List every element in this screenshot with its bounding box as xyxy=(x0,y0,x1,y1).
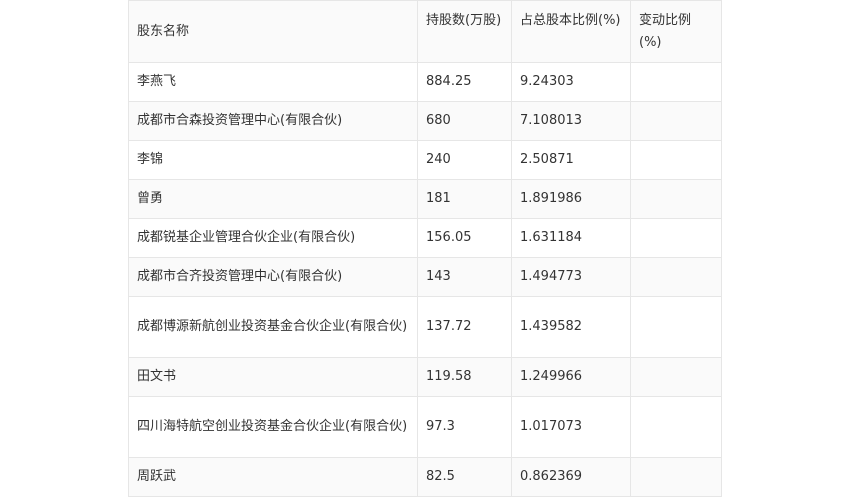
cell-shares: 680 xyxy=(417,101,512,141)
table-row: 李燕飞 884.25 9.24303 xyxy=(128,62,722,102)
cell-shares: 97.3 xyxy=(417,396,512,458)
header-change: 变动比例(%) xyxy=(630,0,722,63)
cell-change xyxy=(630,457,722,497)
cell-change xyxy=(630,257,722,297)
header-ratio: 占总股本比例(%) xyxy=(511,0,631,63)
table-row: 田文书 119.58 1.249966 xyxy=(128,357,722,397)
table-row: 李锦 240 2.50871 xyxy=(128,140,722,180)
cell-ratio: 1.891986 xyxy=(511,179,631,219)
cell-ratio: 1.017073 xyxy=(511,396,631,458)
cell-ratio: 1.631184 xyxy=(511,218,631,258)
table-row: 成都博源新航创业投资基金合伙企业(有限合伙) 137.72 1.439582 xyxy=(128,296,722,358)
cell-name: 四川海特航空创业投资基金合伙企业(有限合伙) xyxy=(128,396,418,458)
cell-change xyxy=(630,218,722,258)
cell-name: 成都博源新航创业投资基金合伙企业(有限合伙) xyxy=(128,296,418,358)
table-header-row: 股东名称 持股数(万股) 占总股本比例(%) 变动比例(%) xyxy=(128,0,722,63)
shareholder-table: 股东名称 持股数(万股) 占总股本比例(%) 变动比例(%) 李燕飞 884.2… xyxy=(128,0,722,497)
cell-change xyxy=(630,101,722,141)
table-row: 成都市合齐投资管理中心(有限合伙) 143 1.494773 xyxy=(128,257,722,297)
shareholder-table-container: 股东名称 持股数(万股) 占总股本比例(%) 变动比例(%) 李燕飞 884.2… xyxy=(128,0,722,497)
cell-name: 成都锐基企业管理合伙企业(有限合伙) xyxy=(128,218,418,258)
table-row: 周跃武 82.5 0.862369 xyxy=(128,457,722,497)
cell-shares: 137.72 xyxy=(417,296,512,358)
cell-ratio: 9.24303 xyxy=(511,62,631,102)
table-row: 成都市合森投资管理中心(有限合伙) 680 7.108013 xyxy=(128,101,722,141)
table-row: 曾勇 181 1.891986 xyxy=(128,179,722,219)
cell-shares: 82.5 xyxy=(417,457,512,497)
cell-name: 曾勇 xyxy=(128,179,418,219)
cell-change xyxy=(630,396,722,458)
table-row: 四川海特航空创业投资基金合伙企业(有限合伙) 97.3 1.017073 xyxy=(128,396,722,458)
cell-ratio: 1.249966 xyxy=(511,357,631,397)
cell-ratio: 2.50871 xyxy=(511,140,631,180)
cell-shares: 156.05 xyxy=(417,218,512,258)
cell-change xyxy=(630,296,722,358)
cell-name: 李锦 xyxy=(128,140,418,180)
cell-change xyxy=(630,62,722,102)
header-shares: 持股数(万股) xyxy=(417,0,512,63)
cell-ratio: 1.439582 xyxy=(511,296,631,358)
cell-shares: 884.25 xyxy=(417,62,512,102)
cell-shares: 181 xyxy=(417,179,512,219)
cell-ratio: 7.108013 xyxy=(511,101,631,141)
header-shareholder-name: 股东名称 xyxy=(128,0,418,63)
cell-shares: 119.58 xyxy=(417,357,512,397)
cell-name: 成都市合齐投资管理中心(有限合伙) xyxy=(128,257,418,297)
cell-change xyxy=(630,140,722,180)
cell-name: 周跃武 xyxy=(128,457,418,497)
cell-name: 田文书 xyxy=(128,357,418,397)
cell-shares: 143 xyxy=(417,257,512,297)
cell-shares: 240 xyxy=(417,140,512,180)
cell-name: 李燕飞 xyxy=(128,62,418,102)
cell-change xyxy=(630,179,722,219)
cell-ratio: 0.862369 xyxy=(511,457,631,497)
cell-change xyxy=(630,357,722,397)
table-row: 成都锐基企业管理合伙企业(有限合伙) 156.05 1.631184 xyxy=(128,218,722,258)
cell-name: 成都市合森投资管理中心(有限合伙) xyxy=(128,101,418,141)
cell-ratio: 1.494773 xyxy=(511,257,631,297)
